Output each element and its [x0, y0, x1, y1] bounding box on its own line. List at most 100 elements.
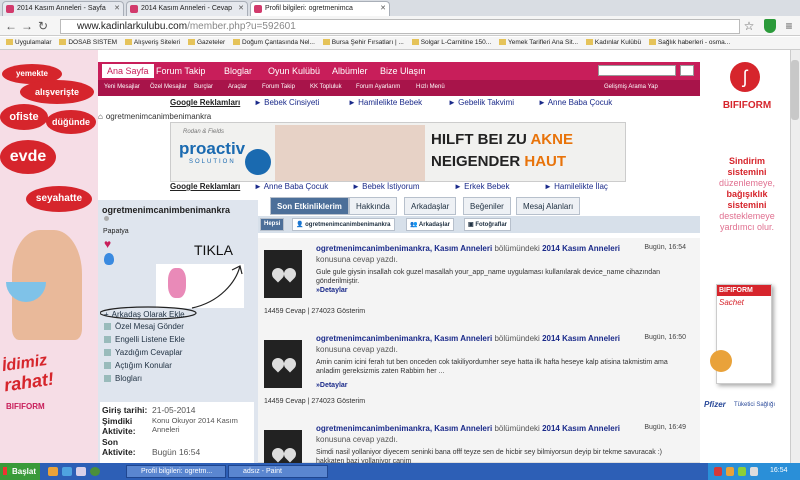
close-icon[interactable]: ✕	[114, 4, 120, 12]
activity-topic-link[interactable]: 2014 Kasım Anneleri	[542, 334, 620, 343]
close-icon[interactable]: ✕	[380, 4, 386, 12]
tray-icon[interactable]	[738, 467, 746, 476]
browser-tab-active[interactable]: Profil bilgileri: ogretmenimca ✕	[250, 1, 390, 16]
search-button[interactable]	[680, 65, 694, 76]
ad-link[interactable]: ► Bebek Cinsiyeti	[254, 98, 319, 107]
bookmark-item[interactable]: Solgar L-Carnitine 150...	[411, 39, 491, 46]
folder-icon	[232, 39, 240, 45]
tab-friends[interactable]: Arkadaşlar	[404, 197, 457, 215]
details-link[interactable]: »Detaylar	[316, 382, 348, 389]
chrome-icon[interactable]	[90, 467, 100, 476]
filter-user[interactable]: 👤 ogretmenimcanimbenimankra	[292, 218, 395, 231]
tab-likes[interactable]: Beğeniler	[463, 197, 511, 215]
subnav-item[interactable]: Özel Mesajlar	[150, 84, 187, 90]
browser-tab[interactable]: 2014 Kasım Anneleri - Cevap ✕	[126, 1, 248, 16]
ad-link[interactable]: ► Gebelik Takvimi	[448, 98, 514, 107]
nav-albums[interactable]: Albümler	[332, 66, 368, 76]
activity-forum-link[interactable]: Kasım Anneleri	[434, 334, 492, 343]
activity-forum-link[interactable]: Kasım Anneleri	[434, 244, 492, 253]
google-ads-label[interactable]: Google Reklamları	[170, 182, 240, 191]
filter-photos[interactable]: ▣ Fotoğraflar	[464, 218, 512, 231]
tray-icon[interactable]	[714, 467, 722, 476]
tray-icon[interactable]	[726, 467, 734, 476]
scrollbar-thumb[interactable]	[791, 60, 799, 120]
activity-user-link[interactable]: ogretmenimcanimbenimankra	[316, 424, 430, 433]
search-input[interactable]	[598, 65, 676, 76]
ad-line: bağışıklık	[726, 189, 768, 199]
details-link[interactable]: »Detaylar	[316, 287, 348, 294]
send-message-link[interactable]: Özel Mesaj Gönder	[104, 322, 184, 331]
subnav-item[interactable]: Hızlı Menü	[416, 84, 445, 90]
url-bar[interactable]: www.kadinlarkulubu.com/member.php?u=5926…	[60, 19, 740, 34]
ad-link[interactable]: ► Erkek Bebek	[454, 182, 510, 191]
nav-forum-follow[interactable]: Forum Takip	[156, 66, 205, 76]
subnav-item[interactable]: Forum Takip	[262, 84, 295, 90]
filter-friends[interactable]: 👥 Arkadaşlar	[406, 218, 454, 231]
bookmark-item[interactable]: Doğum Çantasında Nel...	[232, 39, 315, 46]
bookmark-item[interactable]: Uygulamalar	[6, 39, 52, 46]
menu-icon[interactable]: ≡	[782, 19, 796, 33]
taskbar-button-chrome[interactable]: Profil bilgileri: ogretm...	[126, 465, 226, 478]
bookmark-item[interactable]: Sağlık haberleri - osma...	[648, 39, 730, 46]
subnav-item[interactable]: Forum Ayarlarım	[356, 84, 400, 90]
back-icon[interactable]: ←	[4, 19, 18, 33]
bookmark-item[interactable]: Kadınlar Kulübü	[585, 39, 641, 46]
activity-topic-link[interactable]: 2014 Kasım Anneleri	[542, 244, 620, 253]
block-user-link[interactable]: Engelli Listene Ekle	[104, 335, 185, 344]
subnav-item[interactable]: Burçlar	[194, 84, 213, 90]
activity-time: Bugün, 16:54	[644, 244, 686, 251]
tab-message-areas[interactable]: Mesaj Alanları	[516, 197, 581, 215]
activity-topic-link[interactable]: 2014 Kasım Anneleri	[542, 424, 620, 433]
bookmark-item[interactable]: Gazeteler	[187, 39, 225, 46]
subnav-item[interactable]: Araçlar	[228, 84, 247, 90]
bookmark-item[interactable]: DOSAB SISTEM	[59, 39, 117, 46]
forward-icon[interactable]: →	[20, 19, 34, 33]
my-replies-link[interactable]: Yazdığım Cevaplar	[104, 348, 182, 357]
browser-tab[interactable]: 2014 Kasım Anneleri - Sayfa ✕	[2, 1, 124, 16]
start-label: Başlat	[12, 467, 37, 476]
tab-about[interactable]: Hakkında	[349, 197, 397, 215]
bookmark-item[interactable]: Yemek Tarifleri Ana Sit...	[498, 39, 578, 46]
activity-user-link[interactable]: ogretmenimcanimbenimankra	[316, 244, 430, 253]
left-advertisement[interactable]: yemekte alışverişte ofiste düğünde evde …	[0, 50, 98, 463]
nav-game-club[interactable]: Oyun Kulübü	[268, 66, 320, 76]
user-icon: 👤	[296, 222, 306, 228]
desktop-icon[interactable]	[62, 467, 72, 476]
ad-link[interactable]: ► Bebek İstiyorum	[352, 182, 420, 191]
star-icon[interactable]: ☆	[742, 19, 756, 33]
subnav-item[interactable]: Yeni Mesajlar	[104, 84, 140, 90]
subnav-item[interactable]: KK Topluluk	[310, 84, 342, 90]
app-icon[interactable]	[76, 467, 86, 476]
proactiv-banner-ad[interactable]: Rodan & Fields proactiv SOLUTION HILFT B…	[170, 122, 626, 182]
filter-all[interactable]: Hepsi	[260, 218, 285, 231]
folder-icon[interactable]	[48, 467, 58, 476]
google-ads-label[interactable]: Google Reklamları	[170, 98, 240, 107]
my-topics-link[interactable]: Açtığım Konular	[104, 361, 172, 370]
ad-link[interactable]: ► Anne Baba Çocuk	[254, 182, 328, 191]
ad-link[interactable]: ► Anne Baba Çocuk	[538, 98, 612, 107]
nav-blogs[interactable]: Bloglar	[224, 66, 252, 76]
activity-item: ogretmenimcanimbenimankra, Kasım Anneler…	[258, 418, 700, 470]
blogs-link[interactable]: Blogları	[104, 374, 142, 383]
nav-home[interactable]: Ana Sayfa	[102, 64, 154, 78]
bookmark-item[interactable]: Bursa Şehir Fırsatları | ...	[322, 39, 404, 46]
ad-link[interactable]: ► Hamilelikte Bebek	[348, 98, 422, 107]
ad-bubble: alışverişte	[20, 80, 94, 104]
add-friend-link[interactable]: + Arkadaş Olarak Ekle	[104, 310, 185, 319]
home-icon[interactable]: ⌂	[98, 112, 103, 121]
folder-icon	[187, 39, 195, 45]
breadcrumb-current: ogretmenimcanimbenimankra	[105, 112, 212, 121]
reload-icon[interactable]: ↻	[36, 19, 50, 33]
volume-icon[interactable]	[750, 467, 758, 476]
activity-user-link[interactable]: ogretmenimcanimbenimankra	[316, 334, 430, 343]
nav-contact[interactable]: Bize Ulaşın	[380, 66, 426, 76]
right-advertisement[interactable]: ʃ BIFIFORM Sindirim sistemini düzenlemey…	[700, 50, 790, 463]
shield-icon[interactable]	[764, 19, 776, 33]
ad-link[interactable]: ► Hamilelikte İlaç	[544, 182, 608, 191]
tab-recent-activity[interactable]: Son Etkinliklerim	[270, 197, 349, 215]
activity-forum-link[interactable]: Kasım Anneleri	[434, 424, 492, 433]
advanced-search-link[interactable]: Gelişmiş Arama Yap	[604, 84, 658, 90]
taskbar-button-paint[interactable]: adsız - Paint	[228, 465, 328, 478]
bookmark-item[interactable]: Alışveriş Siteleri	[124, 39, 180, 46]
close-icon[interactable]: ✕	[238, 4, 244, 12]
